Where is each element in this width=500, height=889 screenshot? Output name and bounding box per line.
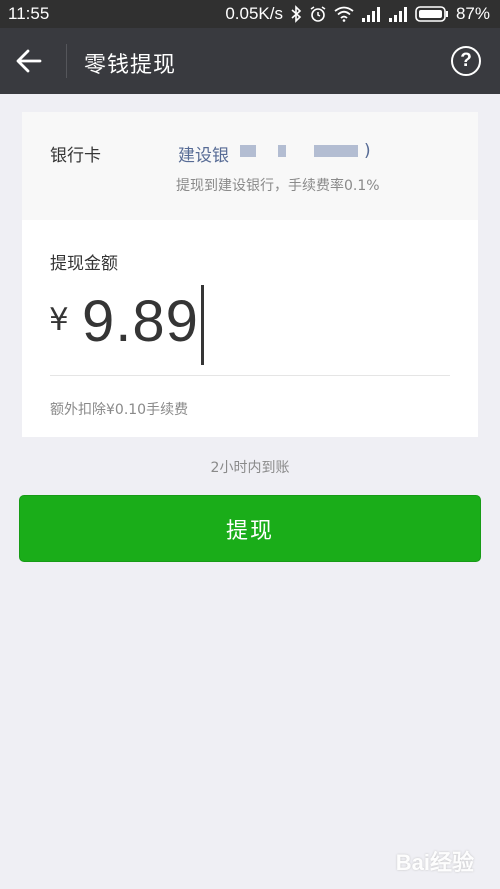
amount-input[interactable]: 9.89 [82, 288, 199, 355]
status-bar: 11:55 0.05K/s 87% [0, 0, 500, 28]
redacted-card-number [314, 145, 358, 157]
network-speed: 0.05K/s [225, 4, 283, 23]
bank-name: 建设银 [178, 141, 229, 166]
battery-percent: 87% [455, 4, 490, 23]
status-icons: 0.05K/s 87% [225, 4, 490, 24]
title-bar: 零钱提现 ? [0, 28, 500, 94]
redacted-card-number [240, 145, 256, 157]
alarm-icon [309, 5, 327, 23]
signal-icon [361, 6, 381, 22]
bank-description: 提现到建设银行，手续费率0.1% [176, 178, 380, 194]
bank-card-selector[interactable]: 银行卡 建设银 ) 提现到建设银行，手续费率0.1% [22, 112, 478, 220]
arrival-note: 2小时内到账 [210, 460, 290, 476]
bank-card-label: 银行卡 [50, 146, 101, 166]
help-button[interactable]: ? [451, 46, 481, 76]
title-divider [66, 44, 67, 78]
bluetooth-icon [290, 5, 302, 23]
redacted-card-number [278, 145, 286, 157]
back-button[interactable] [14, 46, 54, 76]
arrow-left-icon [14, 49, 44, 80]
wifi-icon [334, 6, 354, 22]
signal-icon [388, 6, 408, 22]
watermark-logo: Bai经验 [395, 850, 474, 875]
fee-note: 额外扣除¥0.10手续费 [50, 402, 189, 418]
withdraw-button[interactable]: 提现 [19, 495, 481, 562]
battery-icon [415, 6, 449, 22]
amount-divider [50, 375, 450, 376]
bank-name-text: 建设银 [178, 146, 229, 166]
withdraw-card: 银行卡 建设银 ) 提现到建设银行，手续费率0.1% 提现金额 ¥ 9.89 额… [22, 112, 478, 437]
question-mark-icon: ? [460, 50, 472, 71]
amount-label: 提现金额 [50, 254, 118, 274]
page-title: 零钱提现 [84, 53, 177, 78]
currency-symbol: ¥ [49, 302, 69, 338]
text-cursor [201, 285, 204, 365]
bank-name-end: ) [364, 141, 371, 161]
status-time: 11:55 [8, 4, 50, 23]
